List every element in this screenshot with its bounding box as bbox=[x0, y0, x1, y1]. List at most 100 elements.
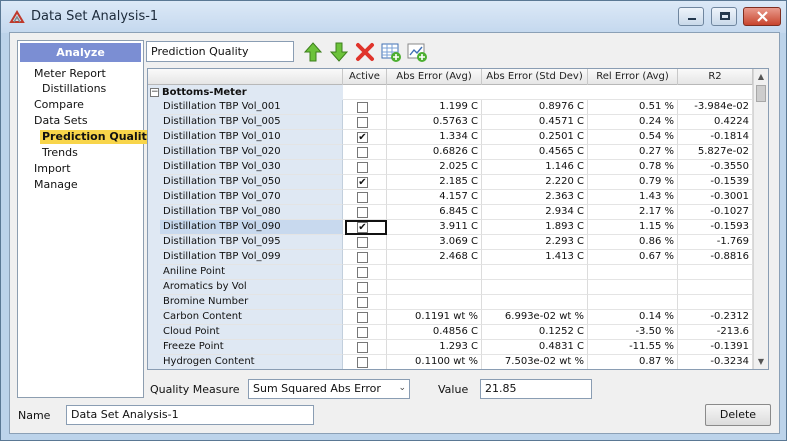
row-indent bbox=[148, 265, 160, 280]
nav-item-distillations[interactable]: Distillations bbox=[40, 82, 108, 96]
column-header-abs-error-std[interactable]: Abs Error (Std Dev) bbox=[482, 69, 588, 85]
row-name-cell[interactable]: Distillation TBP Vol_050 bbox=[160, 175, 343, 190]
delete-row-button[interactable] bbox=[354, 41, 376, 63]
nav-item-import[interactable]: Import bbox=[32, 162, 73, 176]
table-row[interactable]: Distillation TBP Vol_070 4.157 C 2.363 C 1.… bbox=[148, 190, 753, 205]
row-indent bbox=[148, 325, 160, 340]
nav-item-prediction-quality[interactable]: Prediction Quality bbox=[40, 130, 156, 144]
row-abs-avg-cell: 0.1191 wt % bbox=[387, 310, 482, 325]
table-row[interactable]: Distillation TBP Vol_095 3.069 C 2.293 C 0.… bbox=[148, 235, 753, 250]
add-column-button[interactable] bbox=[380, 41, 402, 63]
scroll-up-icon[interactable]: ▲ bbox=[754, 69, 768, 84]
row-name-cell[interactable]: Freeze Point bbox=[160, 340, 343, 355]
active-checkbox[interactable]: ✔ bbox=[357, 177, 368, 188]
table-row[interactable]: Hydrogen Content 0.1100 wt % 7.503e-02 wt … bbox=[148, 355, 753, 369]
active-checkbox[interactable] bbox=[357, 102, 368, 113]
active-checkbox[interactable] bbox=[357, 147, 368, 158]
delete-button[interactable]: Delete bbox=[705, 404, 771, 426]
row-name-cell[interactable]: Distillation TBP Vol_010 bbox=[160, 130, 343, 145]
profile-name-input[interactable]: Prediction Quality bbox=[146, 41, 294, 62]
maximize-button[interactable] bbox=[711, 7, 737, 26]
table-row[interactable]: Carbon Content 0.1191 wt % 6.993e-02 wt % 0… bbox=[148, 310, 753, 325]
table-row[interactable]: Distillation TBP Vol_080 6.845 C 2.934 C 2.… bbox=[148, 205, 753, 220]
active-checkbox[interactable] bbox=[357, 342, 368, 353]
active-checkbox[interactable] bbox=[357, 192, 368, 203]
title-bar[interactable]: Data Set Analysis-1 bbox=[1, 1, 786, 33]
name-field[interactable]: Data Set Analysis-1 bbox=[66, 405, 314, 425]
column-header-r2[interactable]: R2 bbox=[678, 69, 753, 85]
row-rel-avg-cell bbox=[588, 295, 678, 310]
active-checkbox[interactable] bbox=[357, 267, 368, 278]
row-indent bbox=[148, 205, 160, 220]
row-name-cell[interactable]: Distillation TBP Vol_001 bbox=[160, 100, 343, 115]
row-name-cell[interactable]: Distillation TBP Vol_005 bbox=[160, 115, 343, 130]
row-name-cell[interactable]: Bromine Number bbox=[160, 295, 343, 310]
row-indent bbox=[148, 295, 160, 310]
close-button[interactable] bbox=[743, 7, 781, 26]
table-row[interactable]: Distillation TBP Vol_005 0.5763 C 0.4571 C… bbox=[148, 115, 753, 130]
table-row[interactable]: Cloud Point 0.4856 C 0.1252 C -3.50 % -213.6 bbox=[148, 325, 753, 340]
active-checkbox[interactable] bbox=[357, 117, 368, 128]
row-abs-std-cell: 0.2501 C bbox=[482, 130, 588, 145]
active-checkbox[interactable] bbox=[357, 297, 368, 308]
nav-item-meter-report[interactable]: Meter Report bbox=[32, 67, 108, 81]
scroll-down-icon[interactable]: ▼ bbox=[754, 354, 768, 369]
row-active-cell bbox=[343, 280, 387, 295]
table-row[interactable]: Bromine Number bbox=[148, 295, 753, 310]
table-row[interactable]: Distillation TBP Vol_090 ✔ 3.911 C 1.893 C1… bbox=[148, 220, 753, 235]
table-row[interactable]: Distillation TBP Vol_010 ✔ 1.334 C 0.2501 C… bbox=[148, 130, 753, 145]
nav-item-data-sets[interactable]: Data Sets bbox=[32, 114, 90, 128]
active-checkbox[interactable] bbox=[357, 252, 368, 263]
row-name-cell[interactable]: Distillation TBP Vol_095 bbox=[160, 235, 343, 250]
table-row[interactable]: Aniline Point bbox=[148, 265, 753, 280]
row-name-cell[interactable]: Distillation TBP Vol_070 bbox=[160, 190, 343, 205]
active-checkbox[interactable] bbox=[357, 357, 368, 368]
active-checkbox[interactable] bbox=[357, 312, 368, 323]
column-header-name[interactable] bbox=[148, 69, 343, 85]
table-row[interactable]: Freeze Point 1.293 C 0.4831 C -11.55 % -0.13… bbox=[148, 340, 753, 355]
nav-item-trends[interactable]: Trends bbox=[40, 146, 80, 160]
active-checkbox[interactable] bbox=[357, 207, 368, 218]
table-row[interactable]: Distillation TBP Vol_001 1.199 C 0.8976 C0… bbox=[148, 100, 753, 115]
column-header-active[interactable]: Active bbox=[343, 69, 387, 85]
active-checkbox[interactable] bbox=[357, 162, 368, 173]
row-name-cell[interactable]: Distillation TBP Vol_099 bbox=[160, 250, 343, 265]
row-active-cell bbox=[343, 115, 387, 130]
row-name-cell[interactable]: Cloud Point bbox=[160, 325, 343, 340]
vertical-scrollbar[interactable]: ▲ ▼ bbox=[753, 69, 768, 369]
column-header-rel-error-avg[interactable]: Rel Error (Avg) bbox=[588, 69, 678, 85]
move-down-button[interactable] bbox=[328, 41, 350, 63]
table-row[interactable]: Distillation TBP Vol_050 ✔ 2.185 C 2.220 C0… bbox=[148, 175, 753, 190]
scroll-thumb[interactable] bbox=[756, 85, 766, 102]
active-checkbox[interactable] bbox=[357, 327, 368, 338]
table-row[interactable]: Distillation TBP Vol_099 2.468 C 1.413 C 0.… bbox=[148, 250, 753, 265]
column-header-abs-error-avg[interactable]: Abs Error (Avg) bbox=[387, 69, 482, 85]
add-chart-button[interactable] bbox=[406, 41, 428, 63]
active-checkbox[interactable] bbox=[357, 237, 368, 248]
row-name-cell[interactable]: Distillation TBP Vol_030 bbox=[160, 160, 343, 175]
active-checkbox[interactable] bbox=[357, 282, 368, 293]
row-name-cell[interactable]: Distillation TBP Vol_020 bbox=[160, 145, 343, 160]
row-name-cell[interactable]: Aniline Point bbox=[160, 265, 343, 280]
nav-header: Analyze bbox=[20, 43, 141, 62]
nav-item-compare[interactable]: Compare bbox=[32, 98, 86, 112]
row-name-cell[interactable]: Carbon Content bbox=[160, 310, 343, 325]
move-up-button[interactable] bbox=[302, 41, 324, 63]
collapse-icon[interactable]: − bbox=[150, 88, 159, 97]
nav-item-manage[interactable]: Manage bbox=[32, 178, 80, 192]
row-name-cell[interactable]: Distillation TBP Vol_090 bbox=[160, 220, 343, 235]
row-abs-avg-cell: 0.1100 wt % bbox=[387, 355, 482, 369]
table-row[interactable]: Aromatics by Vol bbox=[148, 280, 753, 295]
row-name-cell[interactable]: Distillation TBP Vol_080 bbox=[160, 205, 343, 220]
group-row[interactable]: − Bottoms-Meter bbox=[148, 85, 753, 100]
value-field[interactable]: 21.85 bbox=[480, 379, 592, 399]
table-row[interactable]: Distillation TBP Vol_020 0.6826 C 0.4565 C… bbox=[148, 145, 753, 160]
row-abs-std-cell: 1.413 C bbox=[482, 250, 588, 265]
row-name-cell[interactable]: Aromatics by Vol bbox=[160, 280, 343, 295]
minimize-button[interactable] bbox=[678, 7, 704, 26]
row-active-cell bbox=[343, 310, 387, 325]
quality-measure-select[interactable]: Sum Squared Abs Error ⌄ bbox=[248, 379, 410, 399]
table-row[interactable]: Distillation TBP Vol_030 2.025 C 1.146 C 0.… bbox=[148, 160, 753, 175]
active-checkbox[interactable]: ✔ bbox=[357, 132, 368, 143]
row-name-cell[interactable]: Hydrogen Content bbox=[160, 355, 343, 369]
